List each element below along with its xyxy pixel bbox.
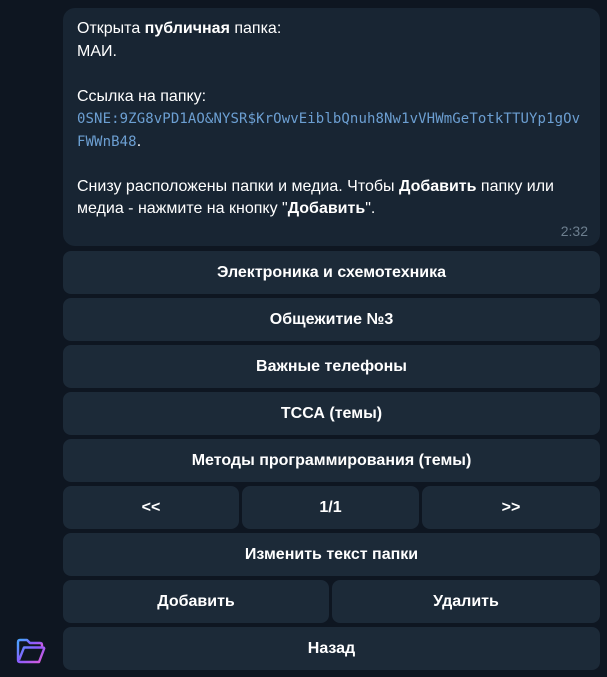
edit-folder-text-button[interactable]: Изменить текст папки [63, 533, 600, 576]
folder-button-dormitory[interactable]: Общежитие №3 [63, 298, 600, 341]
prev-page-button[interactable]: << [63, 486, 239, 529]
chat-area: Открыта публичная папка: МАИ. Ссылка на … [0, 0, 607, 677]
folder-button-programming[interactable]: Методы программирования (темы) [63, 439, 600, 482]
folder-button-electronics[interactable]: Электроника и схемотехника [63, 251, 600, 294]
page-indicator-button[interactable]: 1/1 [242, 486, 419, 529]
next-page-button[interactable]: >> [422, 486, 600, 529]
folder-button-phones[interactable]: Важные телефоны [63, 345, 600, 388]
back-button[interactable]: Назад [63, 627, 600, 670]
delete-button[interactable]: Удалить [332, 580, 600, 623]
folder-button-tssa[interactable]: ТССА (темы) [63, 392, 600, 435]
folder-icon[interactable] [14, 634, 48, 668]
add-button[interactable]: Добавить [63, 580, 329, 623]
inline-keyboard: Электроника и схемотехника Общежитие №3 … [63, 0, 600, 677]
